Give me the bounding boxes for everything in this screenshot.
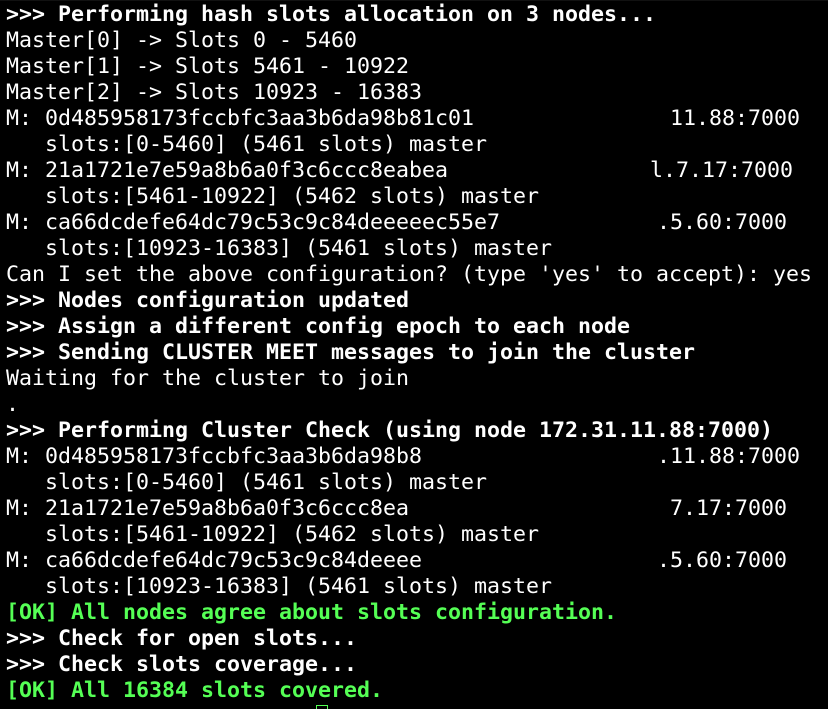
terminal-line: [OK] All 16384 slots covered. bbox=[6, 678, 384, 703]
terminal-line: . bbox=[6, 392, 20, 417]
window-edge bbox=[0, 0, 828, 1]
terminal-line: Master[0] -> Slots 0 - 5460 bbox=[6, 28, 358, 53]
node-address-text: .5.60:7000 bbox=[657, 548, 788, 573]
terminal-line: slots:[5461-10922] (5462 slots) master bbox=[6, 184, 540, 209]
terminal-line: M: 0d485958173fccbfc3aa3b6da98b8 .11.88:7… bbox=[6, 444, 812, 470]
terminal-line: [OK] All nodes agree about slots configu… bbox=[6, 600, 618, 625]
text-cursor bbox=[316, 705, 328, 709]
terminal-line: >>> Check for open slots... bbox=[6, 626, 358, 651]
terminal-line: M: 21a1721e7e59a8b6a0f3c6ccc8eabea l.7.17… bbox=[6, 158, 812, 184]
node-id-text: M: ca66dcdefe64dc79c53c9c84deeeeec55e7 bbox=[6, 210, 501, 235]
terminal-line: M: ca66dcdefe64dc79c53c9c84deeee .5.60:70… bbox=[6, 548, 812, 574]
terminal-line: M: 21a1721e7e59a8b6a0f3c6ccc8ea 7.17:7000 bbox=[6, 496, 812, 522]
terminal-line: >>> Performing Cluster Check (using node… bbox=[6, 418, 774, 443]
node-address-text: .11.88:7000 bbox=[657, 444, 801, 469]
node-id-text: M: 0d485958173fccbfc3aa3b6da98b8 bbox=[6, 444, 423, 469]
node-address-text: l.7.17:7000 bbox=[650, 158, 794, 183]
node-address-text: 11.88:7000 bbox=[670, 106, 801, 131]
terminal-line: M: ca66dcdefe64dc79c53c9c84deeeeec55e7 .5… bbox=[6, 210, 812, 236]
terminal-line: slots:[0-5460] (5461 slots) master bbox=[6, 470, 488, 495]
terminal-line: >>> Performing hash slots allocation on … bbox=[6, 2, 657, 27]
node-address-text: .5.60:7000 bbox=[657, 210, 788, 235]
terminal-line: M: 0d485958173fccbfc3aa3b6da98b81c01 11.8… bbox=[6, 106, 812, 132]
terminal-line: >>> Check slots coverage... bbox=[6, 652, 358, 677]
node-id-text: M: 0d485958173fccbfc3aa3b6da98b81c01 bbox=[6, 106, 475, 131]
node-id-text: M: 21a1721e7e59a8b6a0f3c6ccc8eabea bbox=[6, 158, 449, 183]
terminal-line: >>> Assign a different config epoch to e… bbox=[6, 314, 631, 339]
terminal-line: Can I set the above configuration? (type… bbox=[6, 262, 813, 287]
terminal-line: slots:[10923-16383] (5461 slots) master bbox=[6, 236, 553, 261]
terminal-line: Waiting for the cluster to join bbox=[6, 366, 410, 391]
terminal-line: Master[1] -> Slots 5461 - 10922 bbox=[6, 54, 410, 79]
node-id-text: M: ca66dcdefe64dc79c53c9c84deeee bbox=[6, 548, 423, 573]
terminal-line: slots:[0-5460] (5461 slots) master bbox=[6, 132, 488, 157]
node-id-text: M: 21a1721e7e59a8b6a0f3c6ccc8ea bbox=[6, 496, 410, 521]
terminal-line: >>> Sending CLUSTER MEET messages to joi… bbox=[6, 340, 696, 365]
terminal-line: slots:[5461-10922] (5462 slots) master bbox=[6, 522, 540, 547]
terminal-line: Master[2] -> Slots 10923 - 16383 bbox=[6, 80, 423, 105]
terminal-output: >>> Performing hash slots allocation on … bbox=[6, 2, 812, 704]
terminal-line: >>> Nodes configuration updated bbox=[6, 288, 410, 313]
node-address-text: 7.17:7000 bbox=[670, 496, 788, 521]
terminal-window[interactable]: >>> Performing hash slots allocation on … bbox=[0, 0, 828, 709]
terminal-line: slots:[10923-16383] (5461 slots) master bbox=[6, 574, 553, 599]
